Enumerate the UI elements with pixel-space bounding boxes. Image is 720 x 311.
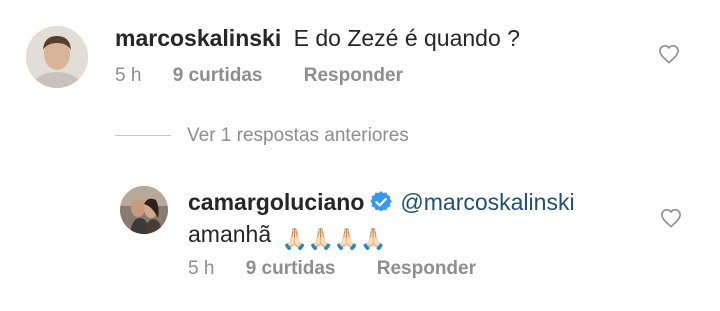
likes-count[interactable]: 9 curtidas <box>246 257 336 281</box>
comment-time[interactable]: 5 h <box>115 64 141 88</box>
verified-badge-icon <box>370 191 393 212</box>
view-replies-label: Ver 1 respostas anteriores <box>187 125 409 146</box>
avatar[interactable] <box>120 186 168 234</box>
mention-link[interactable]: @marcoskalinski <box>400 189 574 215</box>
comment-text: E do Zezé é quando ? <box>293 25 520 51</box>
heart-icon[interactable] <box>658 44 680 64</box>
avatar-image <box>26 26 88 88</box>
comment-username[interactable]: camargoluciano <box>188 189 364 215</box>
comment-text: amanhã <box>188 221 272 247</box>
reply-button[interactable]: Responder <box>377 257 476 281</box>
divider-line <box>115 135 171 137</box>
avatar[interactable] <box>26 26 88 88</box>
comment-time[interactable]: 5 h <box>188 257 214 281</box>
reply-button[interactable]: Responder <box>304 64 403 88</box>
avatar-image <box>120 186 168 234</box>
likes-count[interactable]: 9 curtidas <box>173 64 263 88</box>
praying-hands-emoji: 🙏🏻🙏🏻🙏🏻🙏🏻 <box>281 228 387 251</box>
comment-username[interactable]: marcoskalinski <box>115 25 281 51</box>
heart-icon[interactable] <box>660 208 682 228</box>
view-previous-replies[interactable]: Ver 1 respostas anteriores <box>115 124 409 148</box>
